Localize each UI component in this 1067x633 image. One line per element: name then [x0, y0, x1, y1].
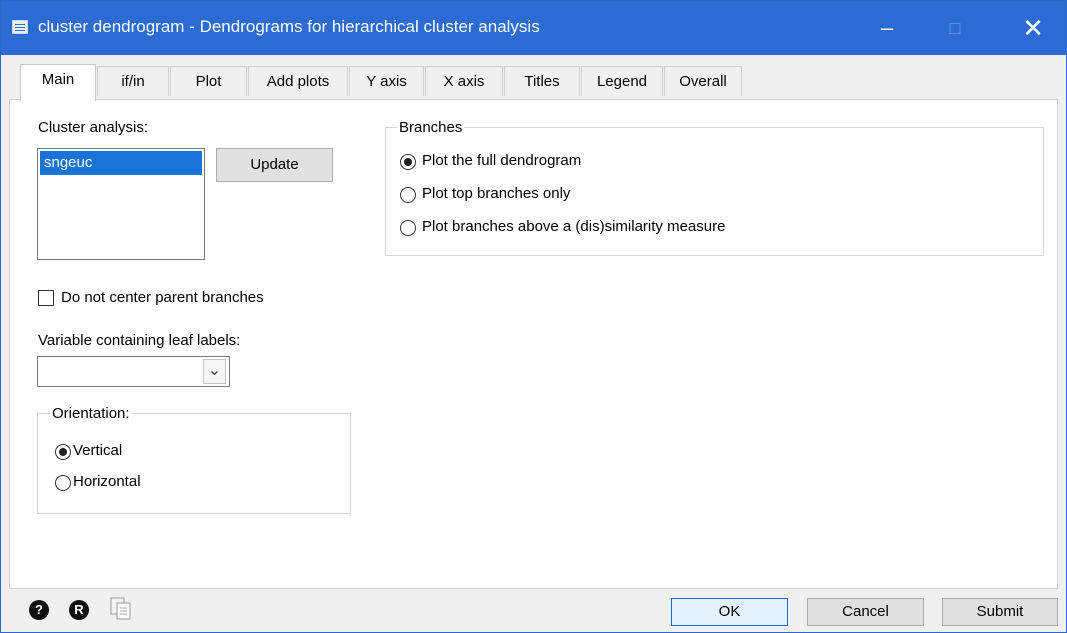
- window-title: cluster dendrogram - Dendrograms for hie…: [38, 17, 540, 36]
- chevron-down-icon[interactable]: ⌄: [203, 359, 226, 384]
- above-measure-label: Plot branches above a (dis)similarity me…: [422, 218, 726, 235]
- reset-icon[interactable]: R: [69, 600, 89, 620]
- orientation-group: [37, 413, 351, 514]
- leaf-labels-select[interactable]: ⌄: [37, 356, 230, 387]
- maximize-button[interactable]: □: [921, 1, 989, 55]
- list-item[interactable]: sngeuc: [40, 151, 202, 175]
- submit-button[interactable]: Submit: [942, 598, 1058, 626]
- full-dendrogram-radio[interactable]: [400, 154, 416, 170]
- app-icon: [12, 20, 28, 34]
- minimize-button[interactable]: –: [853, 1, 921, 55]
- tab-if-in[interactable]: if/in: [97, 66, 169, 96]
- copy-icon[interactable]: [110, 597, 132, 621]
- tab-titles[interactable]: Titles: [504, 66, 580, 96]
- top-branches-label: Plot top branches only: [422, 185, 571, 202]
- leaf-labels-label: Variable containing leaf labels:: [38, 332, 241, 349]
- update-button[interactable]: Update: [216, 148, 333, 182]
- tab-x-axis[interactable]: X axis: [425, 66, 503, 96]
- ok-button[interactable]: OK: [671, 598, 788, 626]
- tab-main[interactable]: Main: [20, 64, 96, 101]
- horizontal-label: Horizontal: [73, 473, 141, 490]
- tab-overall[interactable]: Overall: [664, 66, 742, 96]
- above-measure-radio[interactable]: [400, 220, 416, 236]
- cluster-analysis-label: Cluster analysis:: [38, 119, 149, 136]
- tab-plot[interactable]: Plot: [170, 66, 247, 96]
- no-center-label: Do not center parent branches: [61, 289, 264, 306]
- dialog-window: cluster dendrogram - Dendrograms for hie…: [0, 0, 1067, 633]
- tab-legend[interactable]: Legend: [581, 66, 663, 96]
- help-icon[interactable]: ?: [29, 600, 49, 620]
- cancel-button[interactable]: Cancel: [807, 598, 924, 626]
- full-dendrogram-label: Plot the full dendrogram: [422, 152, 582, 169]
- tab-strip: Main if/in Plot Add plots Y axis X axis …: [1, 64, 1066, 101]
- close-button[interactable]: ✕: [999, 1, 1067, 55]
- vertical-radio[interactable]: [55, 444, 71, 460]
- orientation-title: Orientation:: [50, 405, 132, 422]
- horizontal-radio[interactable]: [55, 475, 71, 491]
- title-bar: cluster dendrogram - Dendrograms for hie…: [1, 1, 1066, 55]
- branches-title: Branches: [397, 119, 465, 136]
- tab-y-axis[interactable]: Y axis: [349, 66, 424, 96]
- cluster-analysis-list[interactable]: sngeuc: [37, 148, 205, 260]
- no-center-checkbox[interactable]: [38, 290, 54, 306]
- top-branches-radio[interactable]: [400, 187, 416, 203]
- tab-add-plots[interactable]: Add plots: [248, 66, 348, 96]
- vertical-label: Vertical: [73, 442, 123, 459]
